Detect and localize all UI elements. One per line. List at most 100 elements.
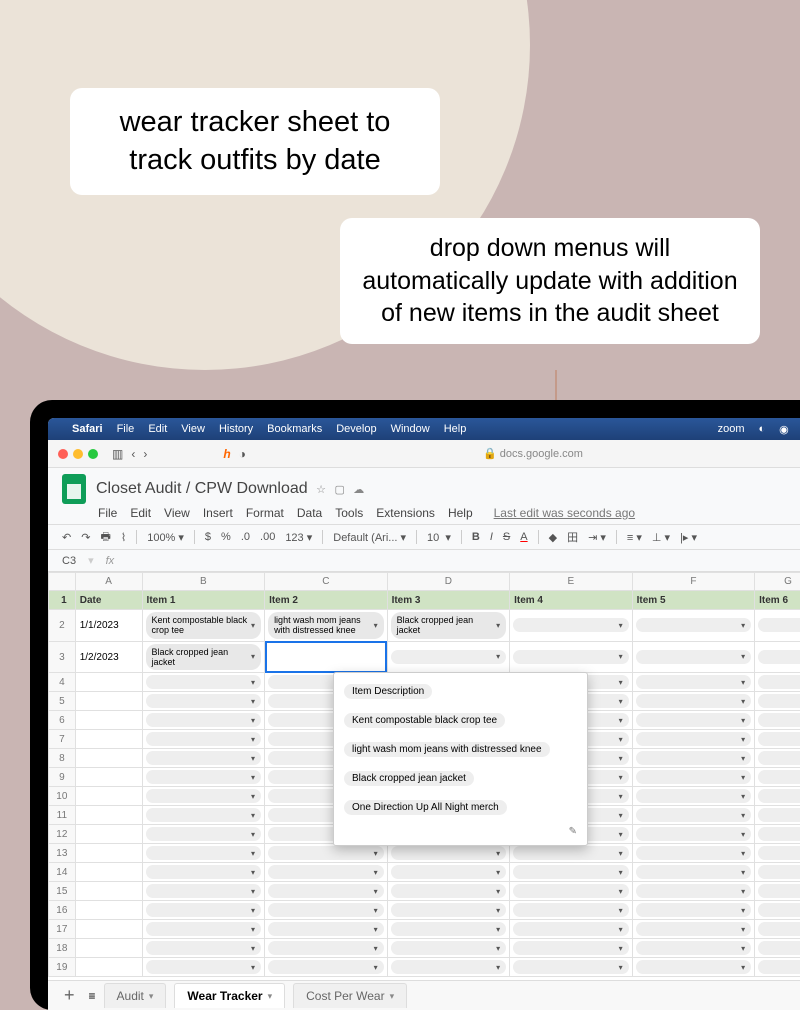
item-cell[interactable]: ▾ <box>632 692 755 711</box>
print-icon[interactable]: 🖶 <box>100 528 110 547</box>
item-cell[interactable]: ▾ <box>510 844 633 863</box>
item-cell[interactable]: ▾ <box>632 863 755 882</box>
dropdown-option[interactable]: Black cropped jean jacket <box>334 764 587 793</box>
item-cell[interactable]: ▾ <box>632 939 755 958</box>
docmenu-data[interactable]: Data <box>297 506 322 520</box>
sidebar-icon[interactable]: ▥ <box>112 447 123 461</box>
dec-more-btn[interactable]: .00 <box>260 531 275 543</box>
sheets-icon[interactable] <box>62 474 86 504</box>
honey-icon[interactable]: h <box>223 447 230 461</box>
item-cell[interactable]: ▾ <box>387 939 510 958</box>
item-cell[interactable]: ▾ <box>632 958 755 977</box>
item-cell[interactable]: ▾ <box>387 641 510 673</box>
date-cell[interactable] <box>75 844 142 863</box>
item-cell[interactable]: ▾ <box>510 939 633 958</box>
date-cell[interactable] <box>75 730 142 749</box>
item-cell[interactable]: ▾ <box>142 825 265 844</box>
currency-btn[interactable]: $ <box>205 531 211 543</box>
item-cell[interactable]: ▾ <box>632 641 755 673</box>
item-cell[interactable]: ▾ <box>755 730 800 749</box>
date-cell[interactable] <box>75 692 142 711</box>
item-cell[interactable]: ▾ <box>755 920 800 939</box>
item-cell[interactable]: ▾ <box>510 641 633 673</box>
col-header[interactable]: C <box>265 573 388 591</box>
spreadsheet-grid[interactable]: ABCDEFG1DateItem 1Item 2Item 3Item 4Item… <box>48 572 800 980</box>
item-cell[interactable]: ▾ <box>142 806 265 825</box>
valign-btn[interactable]: ⊥ ▾ <box>652 531 670 544</box>
tab-cpw[interactable]: Cost Per Wear▾ <box>293 983 407 1008</box>
item-cell[interactable]: ▾ <box>142 673 265 692</box>
date-cell[interactable] <box>75 901 142 920</box>
row-header[interactable]: 9 <box>49 768 76 787</box>
item-cell[interactable]: ▾ <box>142 787 265 806</box>
docmenu-edit[interactable]: Edit <box>130 506 151 520</box>
row-header[interactable]: 17 <box>49 920 76 939</box>
item-cell[interactable]: ▾ <box>632 825 755 844</box>
item-cell[interactable]: ▾ <box>142 920 265 939</box>
item-cell[interactable]: ▾ <box>632 882 755 901</box>
docmenu-insert[interactable]: Insert <box>203 506 233 520</box>
strike-btn[interactable]: S <box>503 531 510 543</box>
dropdown-option[interactable]: light wash mom jeans with distressed kne… <box>334 735 587 764</box>
item-cell[interactable]: ▾ <box>632 711 755 730</box>
date-cell[interactable] <box>75 920 142 939</box>
col-header[interactable]: B <box>142 573 265 591</box>
item-cell[interactable]: ▾ <box>755 749 800 768</box>
row-header[interactable]: 13 <box>49 844 76 863</box>
wrap-btn[interactable]: |▸ ▾ <box>680 531 697 544</box>
doc-title[interactable]: Closet Audit / CPW Download <box>96 480 308 497</box>
date-cell[interactable]: 1/1/2023 <box>75 610 142 642</box>
row-header[interactable]: 1 <box>49 591 76 610</box>
item-cell[interactable]: ▾ <box>265 920 388 939</box>
item-cell[interactable]: ▾ <box>755 673 800 692</box>
date-cell[interactable] <box>75 825 142 844</box>
row-header[interactable]: 8 <box>49 749 76 768</box>
item-cell[interactable]: ▾ <box>632 844 755 863</box>
item-cell[interactable]: ▾ <box>755 882 800 901</box>
item-cell[interactable]: ▾ <box>755 641 800 673</box>
date-cell[interactable] <box>75 711 142 730</box>
row-header[interactable]: 18 <box>49 939 76 958</box>
row-header[interactable]: 4 <box>49 673 76 692</box>
date-cell[interactable] <box>75 882 142 901</box>
item-cell[interactable]: ▾ <box>632 768 755 787</box>
item-cell[interactable]: ▾ <box>632 610 755 642</box>
percent-btn[interactable]: % <box>221 531 231 543</box>
item-cell[interactable]: ▾ <box>755 711 800 730</box>
item-cell[interactable]: ▾ <box>755 825 800 844</box>
item-cell[interactable]: ▾ <box>142 863 265 882</box>
docmenu-tools[interactable]: Tools <box>335 506 363 520</box>
item-cell[interactable]: ▾ <box>142 958 265 977</box>
all-sheets-btn[interactable]: ≡ <box>89 989 96 1003</box>
item-cell[interactable]: ▾ <box>755 958 800 977</box>
date-cell[interactable] <box>75 939 142 958</box>
item-cell[interactable]: ▾ <box>387 844 510 863</box>
item-cell[interactable]: ▾ <box>265 844 388 863</box>
cloud-icon[interactable]: ☁ <box>353 484 364 496</box>
item-cell[interactable]: ▾ <box>755 806 800 825</box>
row-header[interactable]: 19 <box>49 958 76 977</box>
dropdown-option[interactable]: One Direction Up All Night merch <box>334 793 587 822</box>
date-cell[interactable]: 1/2/2023 <box>75 641 142 673</box>
menu-bookmarks[interactable]: Bookmarks <box>267 423 322 435</box>
textcolor-btn[interactable]: A <box>520 531 527 543</box>
item-cell[interactable]: ▾ <box>142 882 265 901</box>
menu-develop[interactable]: Develop <box>336 423 376 435</box>
item-cell[interactable]: ▾ <box>142 844 265 863</box>
edit-validation-icon[interactable]: ✎ <box>334 822 587 841</box>
item-cell[interactable]: ▾ <box>755 610 800 642</box>
back-button[interactable]: ‹ <box>131 447 135 461</box>
item-cell[interactable]: ▾ <box>755 692 800 711</box>
row-header[interactable]: 5 <box>49 692 76 711</box>
halign-btn[interactable]: ≡ ▾ <box>627 531 642 544</box>
move-icon[interactable]: ▢ <box>334 484 344 496</box>
item-cell[interactable]: Black cropped jean jacket▾ <box>387 610 510 642</box>
zoom-indicator[interactable]: zoom <box>718 423 745 435</box>
item-cell[interactable]: ▾ <box>510 863 633 882</box>
row-header[interactable]: 2 <box>49 610 76 642</box>
dropdown-option[interactable]: Kent compostable black crop tee <box>334 706 587 735</box>
item-cell[interactable]: ▾ <box>755 939 800 958</box>
menu-history[interactable]: History <box>219 423 253 435</box>
row-header[interactable]: 15 <box>49 882 76 901</box>
row-header[interactable]: 6 <box>49 711 76 730</box>
